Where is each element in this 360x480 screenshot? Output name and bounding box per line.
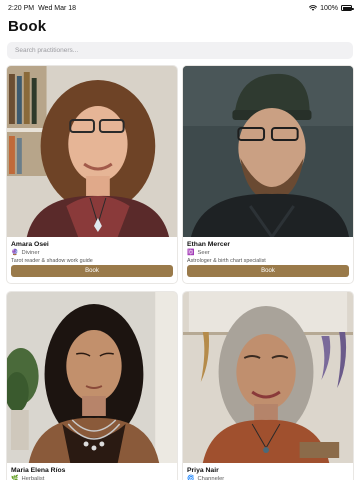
book-button[interactable]: Book [11,265,173,277]
practitioner-name: Ethan Mercer [187,241,231,248]
practitioner-info: Ethan Mercer 🔯 Seer Astrologer & birth c… [183,237,353,265]
search-input[interactable] [15,47,353,54]
practitioner-name: Maria Elena Ríos [11,467,66,474]
role-label: Seer [197,250,210,256]
practitioner-photo [183,292,353,463]
battery-fill [342,6,351,10]
practitioner-role: 🔯 Seer [187,249,349,257]
battery-icon [341,5,354,11]
practitioner-name: Amara Osei [11,241,49,248]
practitioner-role: 🌀 Channeler [187,475,349,480]
search-bar[interactable] [7,42,353,59]
herbalist-icon: 🌿 [11,476,19,480]
status-left: 2:20 PM Wed Mar 18 [8,5,76,12]
diviner-icon: 🔮 [11,250,19,256]
practitioner-grid: Amara Osei 🔮 Diviner Tarot reader & shad… [6,65,354,480]
practitioner-photo [7,292,177,463]
status-time: 2:20 PM [8,4,35,12]
practitioner-photo [183,66,353,237]
practitioner-photo [7,66,177,237]
practitioner-role: 🌿 Herbalist [11,475,173,480]
practitioner-card-priya[interactable]: Priya Nair 🌀 Channeler [182,291,354,480]
practitioner-card-maria[interactable]: Maria Elena Ríos 🌿 Herbalist [6,291,178,480]
status-date: Wed Mar 18 [38,4,77,12]
status-bar: 2:20 PM Wed Mar 18 100% [0,0,360,16]
practitioner-card-ethan[interactable]: Ethan Mercer 🔯 Seer Astrologer & birth c… [182,65,354,284]
practitioner-info: Maria Elena Ríos 🌿 Herbalist [7,463,177,480]
practitioner-card-amara[interactable]: Amara Osei 🔮 Diviner Tarot reader & shad… [6,65,178,284]
channeler-icon: 🌀 [187,476,195,480]
role-label: Diviner [21,250,40,256]
practitioner-info: Amara Osei 🔮 Diviner Tarot reader & shad… [7,237,177,265]
practitioner-description: Astrologer & birth chart specialist [187,258,266,264]
practitioner-description: Tarot reader & shadow work guide [11,258,93,264]
seer-icon: 🔯 [187,250,195,256]
wifi-icon [309,5,318,11]
practitioner-info: Priya Nair 🌀 Channeler [183,463,353,480]
role-label: Herbalist [21,476,45,480]
battery-percent: 100% [320,4,338,12]
practitioner-role: 🔮 Diviner [11,249,173,257]
book-button[interactable]: Book [187,265,349,277]
practitioner-name: Priya Nair [187,467,219,474]
page-title: Book [8,18,47,35]
status-right: 100% [309,4,354,12]
role-label: Channeler [197,476,225,480]
